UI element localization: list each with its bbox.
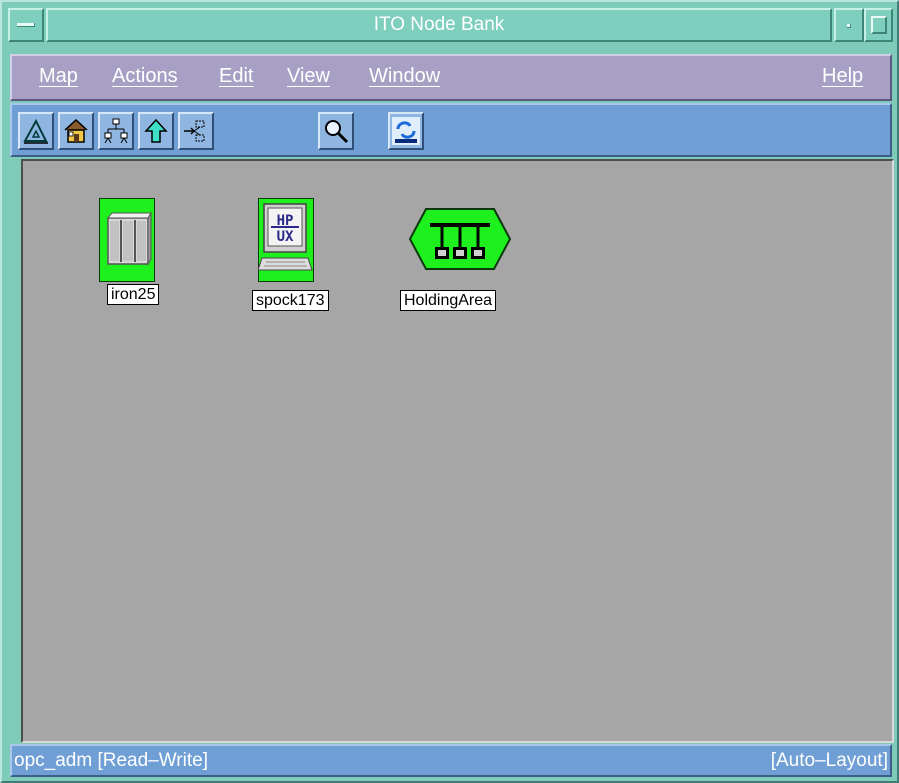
up-arrow-icon xyxy=(144,118,168,143)
new-map-tool-button[interactable] xyxy=(18,112,54,150)
branch-tool-button[interactable] xyxy=(178,112,214,150)
hp-openview-button[interactable] xyxy=(388,112,424,150)
status-bar: opc_adm [Read–Write] [Auto–Layout] xyxy=(10,744,892,777)
menu-edit[interactable]: Edit xyxy=(219,65,253,88)
status-layout-mode: [Auto–Layout] xyxy=(770,750,888,771)
node-holdingarea[interactable]: HoldingArea xyxy=(400,207,512,311)
triangle-ruler-icon xyxy=(23,118,48,144)
svg-text:UX: UX xyxy=(277,229,294,245)
node-spock173[interactable]: HP UX spock173 xyxy=(252,197,329,311)
menu-bar: Map Actions Edit View Window Help xyxy=(10,54,892,101)
magnifier-icon xyxy=(325,120,349,144)
title-bar: ITO Node Bank xyxy=(8,8,893,42)
maximize-button[interactable] xyxy=(864,8,893,42)
maximize-icon xyxy=(871,16,887,34)
hierarchy-tool-button[interactable] xyxy=(98,112,134,150)
window-menu-icon xyxy=(17,23,35,27)
home-tool-button[interactable] xyxy=(58,112,94,150)
toolbar xyxy=(10,103,892,157)
node-label[interactable]: iron25 xyxy=(107,284,160,305)
menu-help[interactable]: Help xyxy=(822,65,863,88)
menu-map[interactable]: Map xyxy=(39,65,78,88)
menu-actions[interactable]: Actions xyxy=(112,65,178,88)
server-cabinet-icon xyxy=(98,197,156,283)
menu-window[interactable]: Window xyxy=(369,65,440,88)
hierarchy-icon xyxy=(104,118,128,144)
status-user-mode: opc_adm [Read–Write] xyxy=(14,750,208,771)
menu-view[interactable]: View xyxy=(287,65,330,88)
ito-node-bank-window: ITO Node Bank Map Actions Edit View Wind… xyxy=(0,0,899,783)
submap-canvas[interactable]: iron25 HP UX spock173 HoldingArea xyxy=(21,159,894,743)
node-label[interactable]: HoldingArea xyxy=(400,290,497,311)
hpux-workstation-icon: HP UX xyxy=(257,197,315,283)
network-bus-icon xyxy=(408,208,512,270)
node-iron25[interactable]: iron25 xyxy=(98,197,160,305)
branch-arrows-icon xyxy=(184,120,205,142)
parent-map-tool-button[interactable] xyxy=(138,112,174,150)
minimize-icon xyxy=(847,24,851,28)
minimize-button[interactable] xyxy=(834,8,864,42)
window-title[interactable]: ITO Node Bank xyxy=(46,8,832,42)
window-menu-button[interactable] xyxy=(8,8,44,42)
home-icon xyxy=(64,118,88,143)
hp-openview-logo-icon xyxy=(392,117,420,145)
find-tool-button[interactable] xyxy=(318,112,354,150)
node-label[interactable]: spock173 xyxy=(252,290,329,311)
